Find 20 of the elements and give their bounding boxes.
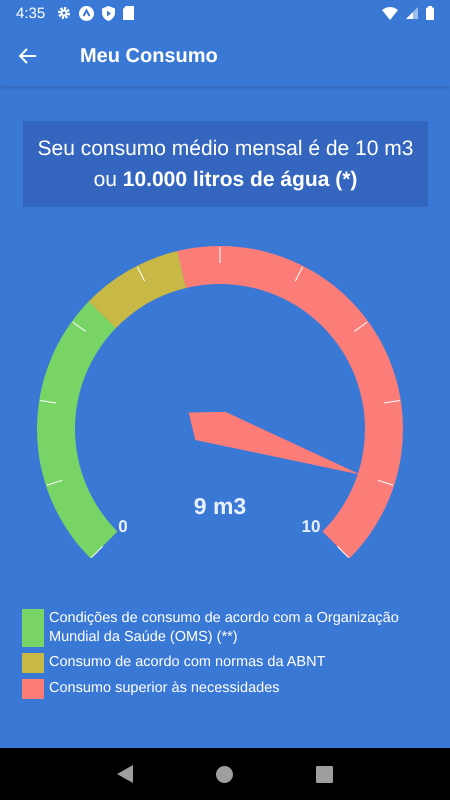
- status-time: 4:35: [16, 4, 46, 22]
- battery-icon: [426, 6, 434, 20]
- wifi-icon: [382, 6, 398, 20]
- back-nav-icon[interactable]: [116, 765, 133, 783]
- recents-nav-icon[interactable]: [316, 766, 334, 782]
- legend-label: Condições de consumo de acordo com a Organização Mundial da Saúde (OMS) (**): [49, 609, 400, 647]
- gear-icon: [57, 6, 72, 20]
- summary-text: Seu consumo médio mensal é de 10 m3 ou 10.000 litros de água (*): [37, 136, 414, 193]
- sd-card-icon: [123, 6, 134, 20]
- gauge-reading: 9 m3: [194, 493, 246, 519]
- scale-min-label: 0: [118, 517, 128, 536]
- app-icon: [79, 6, 94, 20]
- signal-icon: [406, 7, 418, 19]
- shield-icon: [102, 6, 116, 20]
- back-arrow-icon: [19, 48, 37, 64]
- scale-max-label: 10: [302, 517, 320, 536]
- legend-label: Consumo superior às necessidades: [49, 679, 280, 698]
- screen-title: Meu Consumo: [80, 44, 218, 68]
- home-nav-icon[interactable]: [216, 766, 233, 782]
- legend-label: Consumo de acordo com normas da ABNT: [49, 653, 326, 672]
